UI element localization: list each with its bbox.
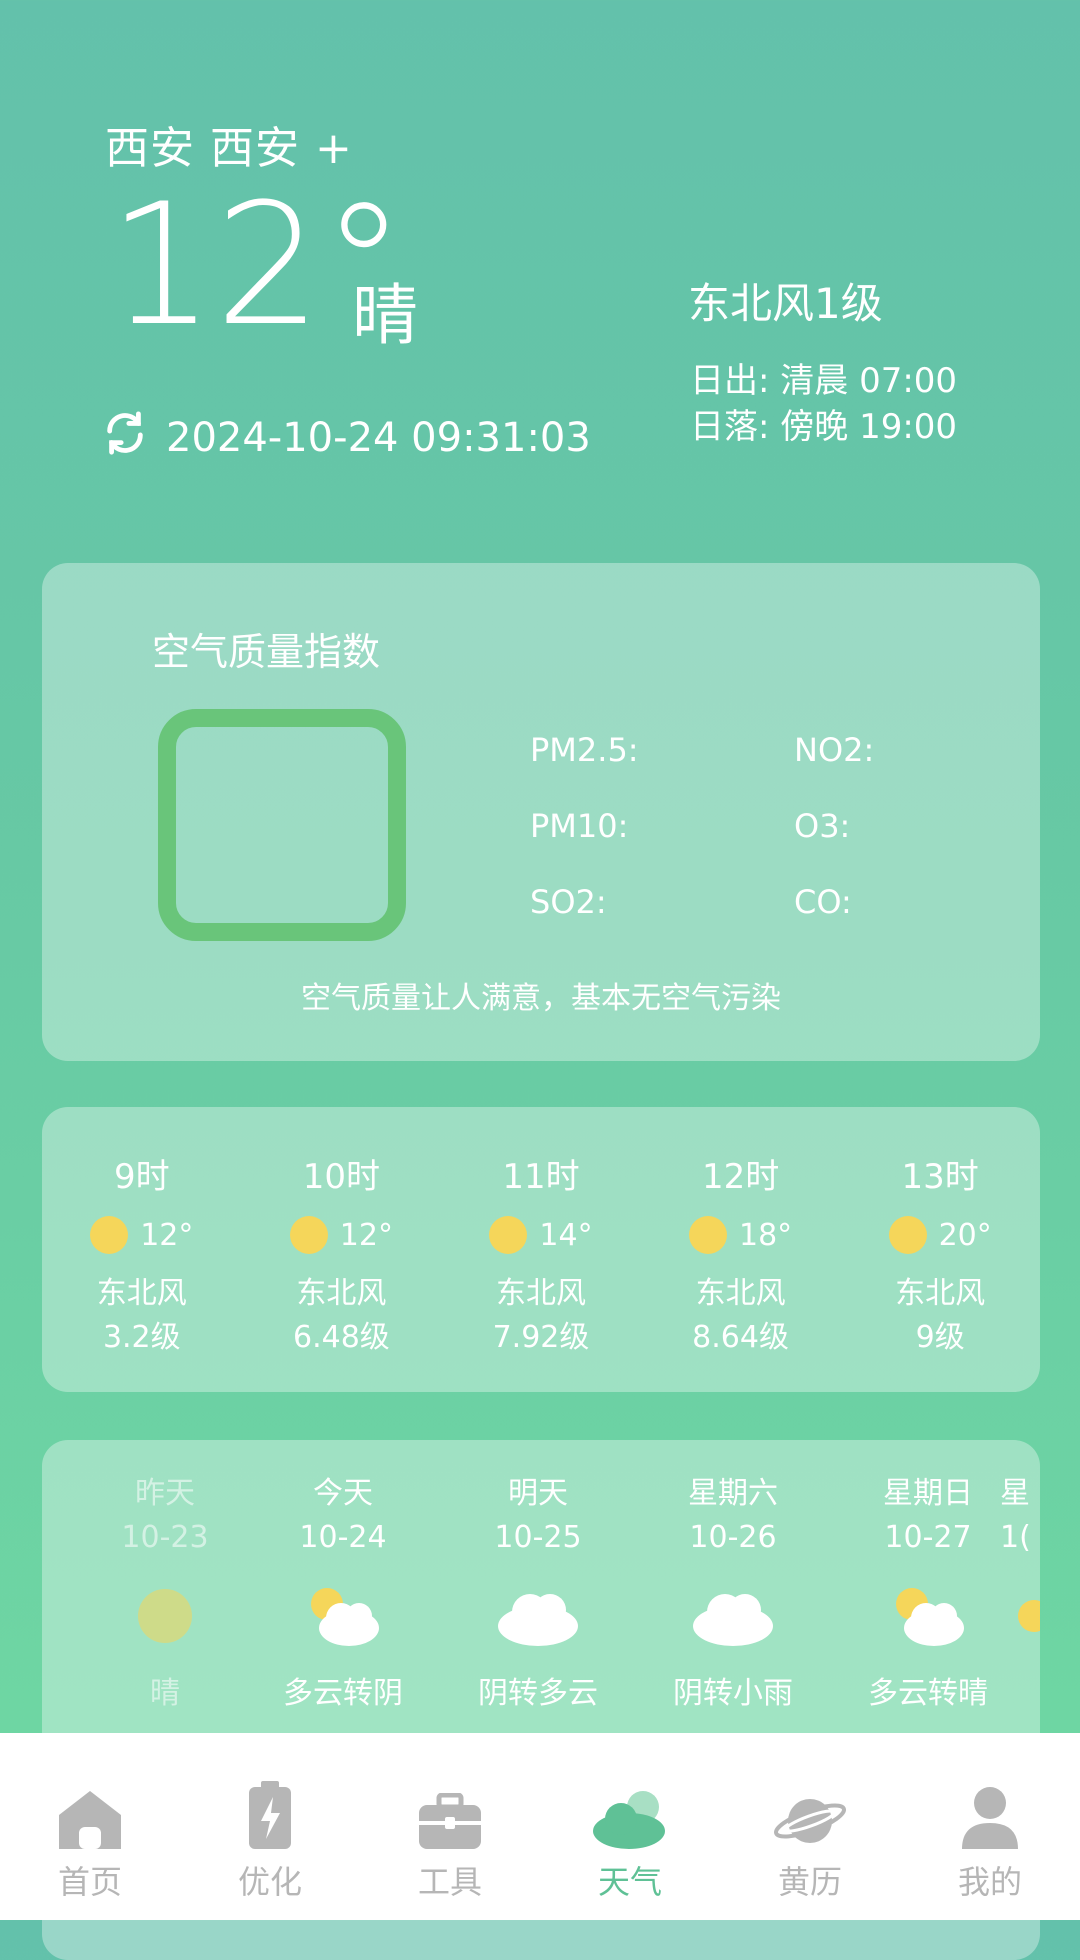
hour-wind: 东北风 [96,1276,187,1311]
hour-time: 12时 [701,1157,780,1197]
day-condition: 多云转阴 [283,1676,403,1711]
hour-wind: 东北风 [695,1276,786,1311]
day-condition: 晴 [150,1676,180,1711]
sun-icon [135,1586,195,1650]
nav-label-home: 首页 [57,1863,122,1901]
sun-icon [289,1216,328,1254]
hour-time: 13时 [901,1157,979,1197]
nav-label-weather: 天气 [597,1863,662,1901]
home-icon [0,1773,180,1851]
hour-temp: 12° [140,1217,194,1253]
nav-label-almanac: 黄历 [777,1863,842,1901]
day-date: 10-27 [884,1520,972,1555]
hour-wind-level: 6.48级 [292,1320,390,1355]
day-condition: 阴转小雨 [673,1676,793,1711]
toolbox-icon [360,1773,540,1851]
day-date: 10-23 [121,1520,209,1555]
hour-temp: 14° [539,1217,593,1253]
hourly-forecast-card[interactable]: 9时 12° 东北风 3.2级 10时 12° 东北风 6.48级 11时 14° … [42,1107,1040,1392]
hour-temp: 20° [938,1217,992,1253]
hourly-item: 11时 14° 东北风 7.92级 [441,1107,641,1392]
weather-icon [540,1773,720,1851]
air-quality-card: 空气质量指数 PM2.5: NO2: PM10: O3: SO2: CO: 空气… [42,563,1040,1061]
day-name: 今天 [313,1476,373,1511]
nav-item-weather[interactable]: 天气 [540,1733,720,1920]
partly-cloudy-icon [890,1586,966,1654]
day-name: 星 [1000,1476,1030,1511]
update-time: 2024-10-24 09:31:03 [166,415,591,461]
day-condition: 多云转晴 [868,1676,988,1711]
nav-item-mine[interactable]: 我的 [900,1733,1080,1920]
sunrise-text: 日出: 清晨 07:00 [690,361,958,401]
hourly-item: 12时 18° 东北风 8.64级 [641,1107,841,1392]
planet-icon [720,1773,900,1851]
day-name: 明天 [508,1476,568,1511]
o3-label: O3: [794,807,851,845]
hour-temp: 18° [738,1217,793,1253]
hour-wind: 东北风 [495,1276,586,1311]
pm10-label: PM10: [530,807,629,845]
day-name: 星期日 [883,1476,973,1511]
hour-wind: 东北风 [895,1276,986,1311]
nav-label-mine: 我的 [957,1863,1022,1901]
hour-temp: 12° [339,1217,393,1253]
hour-wind-level: 3.2级 [102,1320,181,1355]
partly-cloudy-icon [305,1586,381,1654]
day-name: 星期六 [688,1476,778,1511]
day-condition: 阴转多云 [478,1676,598,1711]
hourly-item: 10时 12° 东北风 6.48级 [242,1107,442,1392]
sunset-text: 日落: 傍晚 19:00 [690,407,958,447]
day-name: 昨天 [135,1476,195,1511]
aqi-indicator [158,709,406,941]
cloud-icon [691,1586,775,1650]
update-time-row: 2024-10-24 09:31:03 [102,410,591,466]
aqi-description: 空气质量让人满意，基本无空气污染 [301,981,781,1016]
co-label: CO: [794,883,852,921]
sun-icon [90,1216,129,1254]
no2-label: NO2: [794,731,875,769]
hour-time: 11时 [502,1157,580,1197]
day-date: 10-25 [494,1520,582,1555]
sun-icon [688,1216,727,1254]
bottom-nav: 首页 优化 工具 天气 黄历 我的 [0,1733,1080,1920]
hour-wind-level: 7.92级 [492,1320,590,1355]
day-date: 1( [1000,1520,1031,1555]
pm25-label: PM2.5: [530,731,639,769]
nav-item-almanac[interactable]: 黄历 [720,1733,900,1920]
day-date: 10-26 [689,1520,777,1555]
hourly-item: 13时 20° 东北风 9级 [840,1107,1040,1392]
aqi-title: 空气质量指数 [152,630,381,674]
day-date: 10-24 [299,1520,387,1555]
sun-times: 日出: 清晨 07:00 日落: 傍晚 19:00 [690,358,957,450]
nav-label-tools: 工具 [417,1863,482,1901]
battery-icon [180,1773,360,1851]
hour-time: 10时 [302,1157,381,1197]
hour-wind-level: 8.64级 [692,1320,789,1355]
sun-icon [888,1216,927,1254]
hour-wind-level: 9级 [915,1320,965,1355]
hour-time: 9时 [113,1157,170,1197]
nav-item-home[interactable]: 首页 [0,1733,180,1920]
sun-icon [1000,1586,1040,1650]
so2-label: SO2: [530,883,607,921]
user-icon [900,1773,1080,1851]
sun-icon [489,1216,528,1254]
cloud-icon [496,1586,580,1650]
nav-item-optimize[interactable]: 优化 [180,1733,360,1920]
refresh-icon[interactable] [102,410,166,466]
hour-wind: 东北风 [296,1276,387,1311]
current-condition: 晴 [352,277,418,354]
nav-item-tools[interactable]: 工具 [360,1733,540,1920]
hourly-item: 9时 12° 东北风 3.2级 [42,1107,242,1392]
nav-label-optimize: 优化 [237,1863,302,1901]
wind-info: 东北风1级 [688,279,883,328]
